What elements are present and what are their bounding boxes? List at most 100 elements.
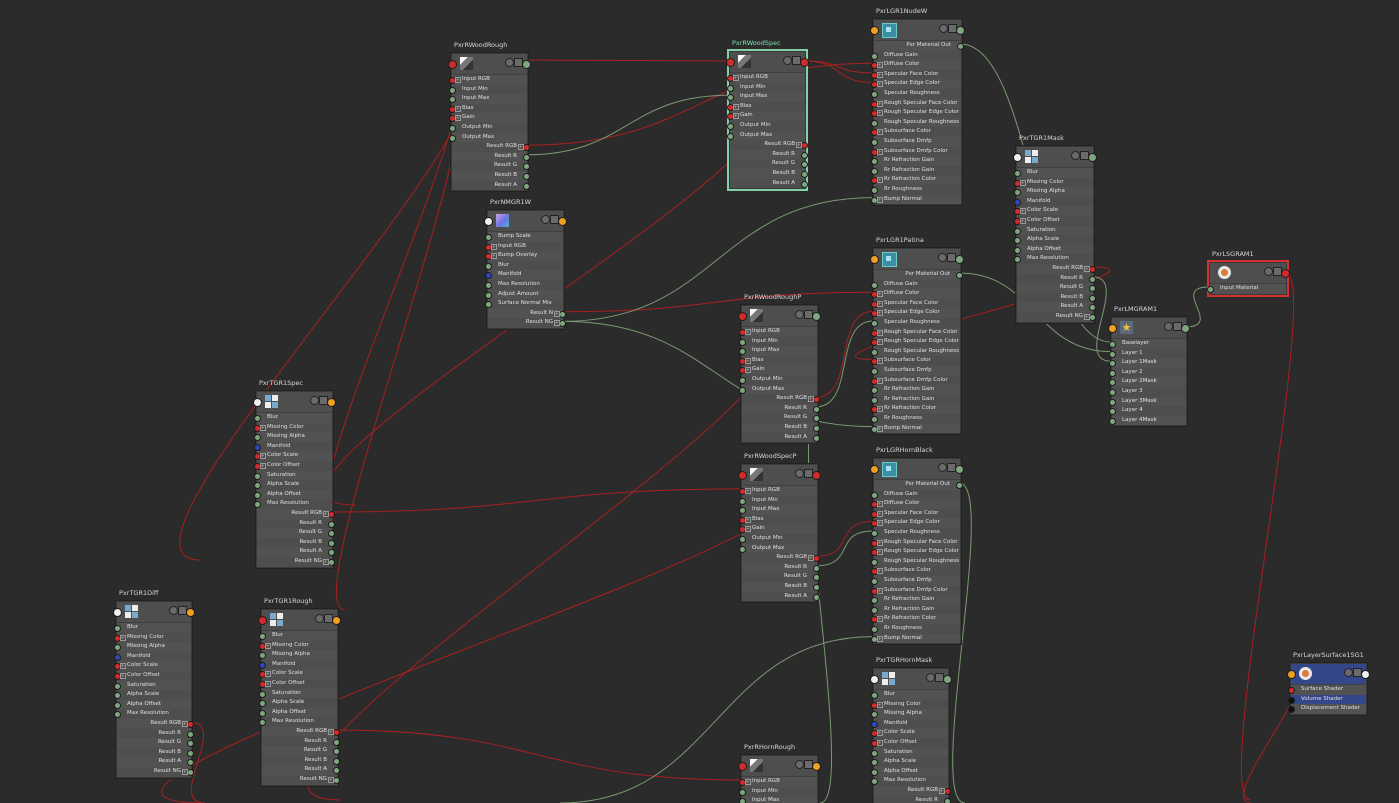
attribute-row[interactable]: Result B <box>730 168 808 179</box>
input-plug[interactable] <box>871 90 878 98</box>
collapse-toggle-icon[interactable] <box>169 606 178 615</box>
attribute-row[interactable]: Output Min <box>739 534 817 544</box>
attribute-row[interactable]: Rough Specular Roughness <box>871 556 960 567</box>
expand-icon[interactable]: + <box>1020 217 1026 224</box>
attribute-row[interactable]: Max Resolution <box>485 280 563 290</box>
color-connection-wire[interactable] <box>1240 271 1295 801</box>
attribute-row[interactable]: Rr Refraction Gain <box>871 385 960 395</box>
attribute-row[interactable]: Result R <box>257 519 335 529</box>
color-connection-wire[interactable] <box>525 62 874 146</box>
input-plug[interactable] <box>449 86 456 94</box>
attribute-row[interactable]: Rr Refraction Gain <box>871 156 961 166</box>
attribute-row[interactable]: Layer 3 <box>1109 387 1186 397</box>
node-header[interactable] <box>1287 664 1370 685</box>
attribute-row[interactable]: Alpha Offset <box>871 766 948 777</box>
color-connection-wire[interactable] <box>330 488 742 513</box>
input-plug[interactable] <box>871 319 878 327</box>
attribute-row[interactable]: + Missing Color <box>259 641 337 651</box>
attribute-row[interactable]: + Result RGB <box>742 394 820 404</box>
color-connection-wire[interactable] <box>335 87 461 611</box>
attribute-row[interactable]: Manifold <box>259 660 337 670</box>
input-plug[interactable] <box>1109 398 1116 406</box>
attribute-row[interactable]: + Bias <box>739 356 817 366</box>
attribute-row[interactable]: + Result RGB <box>1017 263 1096 274</box>
float-connection-wire[interactable] <box>815 530 874 567</box>
attribute-row[interactable]: Result A <box>117 757 194 767</box>
attribute-row[interactable]: Result B <box>742 422 820 433</box>
float-connection-wire[interactable] <box>815 320 874 408</box>
input-plug[interactable] <box>871 158 878 166</box>
attribute-row[interactable]: Result B <box>742 581 820 592</box>
attribute-row[interactable]: Pxr Material Out <box>874 480 963 490</box>
attribute-row[interactable]: + Color Offset <box>259 679 337 689</box>
attribute-row[interactable]: Missing Alpha <box>871 709 948 719</box>
input-plug[interactable] <box>871 396 878 404</box>
node-pxrtgr1diff[interactable]: PxrTGR1Diff Blur + Missing Color Missing Alp… <box>113 589 195 778</box>
attribute-row[interactable]: + Specular Face Color <box>871 509 960 519</box>
output-plug[interactable] <box>813 405 820 413</box>
attribute-row[interactable]: + Subsurface Dmfp Color <box>871 586 960 596</box>
input-plug[interactable] <box>1109 369 1116 377</box>
input-plug[interactable] <box>871 138 878 146</box>
expand-icon[interactable]: + <box>120 663 126 670</box>
expand-icon[interactable]: + <box>877 196 883 203</box>
expand-icon[interactable]: + <box>1084 265 1090 272</box>
attribute-row[interactable]: + Result NG <box>262 775 340 785</box>
expand-icon[interactable]: + <box>877 377 883 384</box>
attribute-row[interactable]: Alpha Scale <box>871 757 948 767</box>
input-plug[interactable] <box>259 719 266 727</box>
expand-icon[interactable]: + <box>455 115 461 122</box>
output-plug[interactable] <box>523 172 530 180</box>
input-plug[interactable] <box>727 84 734 92</box>
node-output-port[interactable] <box>522 60 531 69</box>
node-header[interactable] <box>870 669 952 690</box>
expand-icon[interactable]: + <box>733 103 739 110</box>
expand-icon[interactable]: + <box>877 291 883 298</box>
attribute-row[interactable]: + Bump Overlay <box>485 251 563 261</box>
attribute-row[interactable]: + Gain <box>739 524 817 534</box>
color-connection-wire[interactable] <box>561 291 874 313</box>
output-plug[interactable] <box>944 787 951 795</box>
attribute-row[interactable]: Result B <box>257 538 335 548</box>
attribute-row[interactable]: + Rough Specular Edge Color <box>871 547 960 557</box>
node-output-port[interactable] <box>955 255 964 264</box>
node-output-port[interactable] <box>956 26 965 35</box>
expand-icon[interactable]: + <box>260 424 266 431</box>
expand-icon[interactable]: + <box>745 367 751 374</box>
collapse-toggle-icon[interactable] <box>1071 151 1080 160</box>
attribute-row[interactable]: Layer 3Mask <box>1109 396 1186 407</box>
output-plug[interactable] <box>187 749 194 757</box>
node-input-port[interactable] <box>738 312 747 321</box>
expand-icon[interactable]: + <box>877 358 883 365</box>
output-plug[interactable] <box>1089 265 1096 273</box>
node-input-port[interactable] <box>253 398 262 407</box>
attribute-row[interactable]: Result A <box>262 765 340 775</box>
output-plug[interactable] <box>956 482 963 489</box>
attribute-row[interactable]: + Color Offset <box>871 738 948 748</box>
expand-icon[interactable]: + <box>877 300 883 307</box>
attribute-row[interactable]: + Subsurface Dmfp Color <box>871 376 960 386</box>
attribute-row[interactable]: + Color Offset <box>1014 216 1093 226</box>
input-plug[interactable] <box>871 167 878 175</box>
output-plug[interactable] <box>559 310 566 318</box>
input-plug[interactable] <box>254 472 261 480</box>
expand-icon[interactable]: + <box>745 526 751 533</box>
input-plug[interactable] <box>739 545 746 553</box>
attribute-row[interactable]: Layer 4 <box>1109 406 1186 416</box>
attribute-row[interactable]: + Input RGB <box>449 75 527 85</box>
attribute-row[interactable]: + Result NG <box>488 318 566 328</box>
output-plug[interactable] <box>1089 313 1096 321</box>
input-plug[interactable] <box>871 119 878 127</box>
node-header[interactable] <box>113 602 195 623</box>
expand-icon[interactable]: + <box>733 75 739 81</box>
attribute-row[interactable]: + Color Scale <box>1014 206 1093 216</box>
expand-icon[interactable]: + <box>491 253 497 260</box>
node-header[interactable] <box>1013 147 1097 168</box>
attribute-row[interactable]: Surface Normal Mix <box>485 299 563 309</box>
color-connection-wire[interactable] <box>508 59 746 62</box>
node-header[interactable] <box>484 211 567 232</box>
collapse-toggle-icon[interactable] <box>938 463 947 472</box>
attribute-row[interactable]: Input Max <box>739 346 817 356</box>
attribute-row[interactable]: + Bump Normal <box>871 194 961 205</box>
input-plug[interactable] <box>1014 256 1021 264</box>
